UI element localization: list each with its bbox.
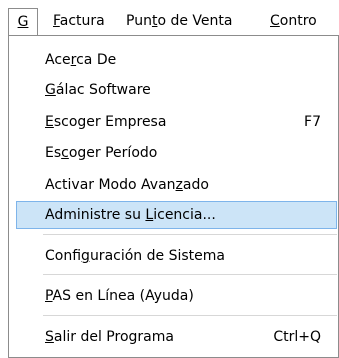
- shortcut-ctrl-q: Ctrl+Q: [273, 329, 321, 345]
- label-pre: Es: [45, 145, 62, 161]
- label-pre: Ace: [45, 52, 71, 68]
- menu-item-salir-del-programa[interactable]: Salir del Programa Ctrl+Q: [16, 323, 337, 351]
- label-mnemonic: z: [175, 177, 183, 193]
- label-mnemonic: G: [45, 82, 56, 98]
- label-pre: Administre su: [45, 207, 146, 223]
- menu-item-configuracion-sistema[interactable]: Configuración de Sistema: [16, 242, 337, 270]
- label-pre: Activar Modo Avan: [45, 177, 176, 193]
- menu-separator: [43, 234, 337, 235]
- menu-separator: [43, 274, 337, 275]
- menu-punto-pre: Pun: [126, 13, 152, 29]
- label-post: oger Período: [68, 145, 158, 161]
- menu-separator: [43, 315, 337, 316]
- label-mnemonic: g: [81, 248, 90, 264]
- menu-item-label: Gálac Software: [45, 76, 151, 104]
- label-post: álac Software: [55, 82, 151, 98]
- label-post: ca De: [76, 52, 117, 68]
- label-post: alir del Programa: [53, 329, 174, 345]
- menu-item-label: Salir del Programa: [45, 323, 174, 351]
- menu-item-activar-modo-avanzado[interactable]: Activar Modo Avanzado: [16, 171, 337, 199]
- menu-item-label: Activar Modo Avanzado: [45, 171, 209, 199]
- menu-item-pas-en-linea[interactable]: PAS en Línea (Ayuda): [16, 282, 337, 310]
- menu-factura[interactable]: Factura: [53, 9, 105, 33]
- label-mnemonic: S: [45, 329, 54, 345]
- menu-factura-mnemonic: F: [53, 13, 60, 29]
- menu-item-label: Escoger Empresa: [45, 108, 166, 136]
- menu-punto-post: o de Venta: [157, 13, 233, 29]
- label-post: uración de Sistema: [89, 248, 225, 264]
- menu-item-escoger-empresa[interactable]: Escoger Empresa F7: [16, 108, 337, 136]
- menu-item-label: Configuración de Sistema: [45, 242, 225, 270]
- label-mnemonic: P: [45, 288, 53, 304]
- g-dropdown-menu: Acerca De Gálac Software Escoger Empresa…: [8, 35, 339, 358]
- label-mnemonic: c: [61, 145, 69, 161]
- menu-item-label: Escoger Período: [45, 139, 157, 167]
- label-post: ado: [182, 177, 209, 193]
- menu-control-label: ontro: [279, 13, 317, 29]
- menu-control[interactable]: Contro: [270, 9, 317, 33]
- menu-item-galac-software[interactable]: Gálac Software: [16, 76, 337, 104]
- menu-control-mnemonic: C: [270, 13, 280, 29]
- label-post: scoger Empresa: [53, 114, 167, 130]
- menu-bar: G Factura Punto de Venta Contro: [0, 0, 339, 36]
- menu-g-label: G: [17, 14, 29, 30]
- shortcut-f7: F7: [304, 114, 321, 130]
- label-post: icencia...: [153, 207, 216, 223]
- menu-factura-label: actura: [59, 13, 105, 29]
- menu-punto-de-venta[interactable]: Punto de Venta: [126, 9, 232, 33]
- label-pre: Confi: [45, 248, 82, 264]
- label-post: AS en Línea (Ayuda): [52, 288, 194, 304]
- menu-item-label: Acerca De: [45, 46, 116, 74]
- menu-item-label: PAS en Línea (Ayuda): [45, 282, 194, 310]
- menu-item-escoger-periodo[interactable]: Escoger Período: [16, 139, 337, 167]
- menu-item-administre-licencia[interactable]: Administre su Licencia...: [16, 201, 337, 229]
- menu-g[interactable]: G: [8, 8, 38, 36]
- menu-item-label: Administre su Licencia...: [45, 202, 216, 228]
- label-mnemonic: E: [45, 114, 54, 130]
- menu-item-acerca-de[interactable]: Acerca De: [16, 46, 337, 74]
